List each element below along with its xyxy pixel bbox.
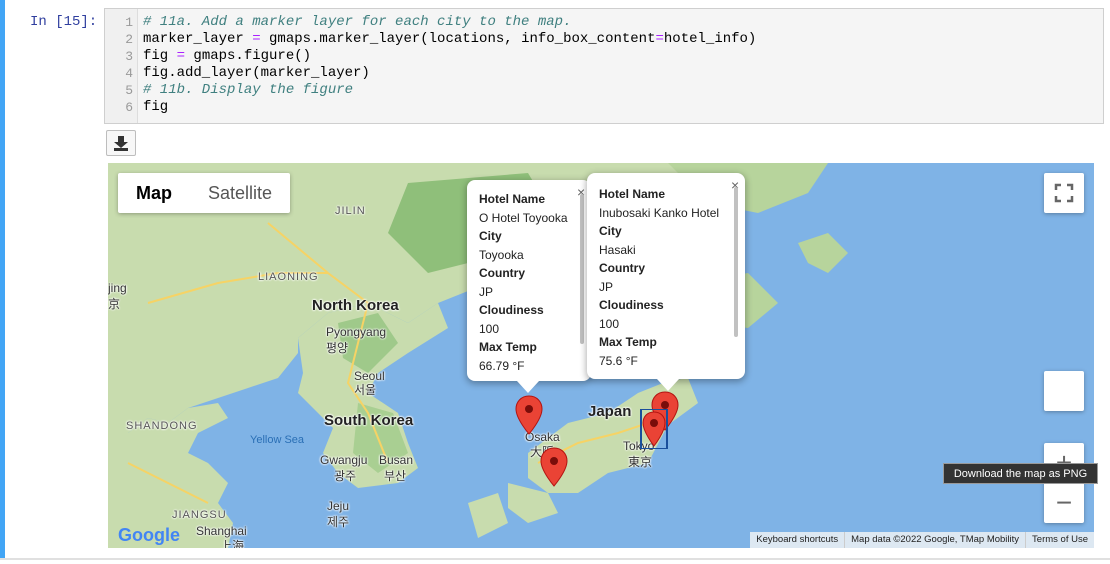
fullscreen-button[interactable] xyxy=(1044,173,1084,213)
code-line: # 11a. Add a marker layer for each city … xyxy=(143,14,571,30)
map-view[interactable]: Map Satellite + − jing 京 JILIN LIAONING … xyxy=(108,163,1094,548)
map-label-jeju-local: 제주 xyxy=(327,515,350,529)
map-label-gwangju-local: 광주 xyxy=(334,469,357,483)
line-number: 4 xyxy=(125,66,133,81)
download-tooltip: Download the map as PNG xyxy=(943,463,1098,484)
cloudiness-label: Cloudiness xyxy=(479,303,544,317)
street-view-control[interactable] xyxy=(1044,371,1084,411)
map-label-jilin: JILIN xyxy=(335,205,366,217)
map-label-seoul-local: 서울 xyxy=(354,383,377,397)
cloudiness-value: 100 xyxy=(599,316,620,331)
max-temp-label: Max Temp xyxy=(479,340,537,354)
hotel-name-label: Hotel Name xyxy=(599,187,666,201)
cloudiness-value: 100 xyxy=(479,321,500,336)
map-marker[interactable] xyxy=(540,447,568,487)
info-window-tail xyxy=(517,381,539,393)
code-line: fig.add_layer(marker_layer) xyxy=(143,65,370,81)
map-label-shandong: SHANDONG xyxy=(126,420,198,432)
country-value: JP xyxy=(599,279,614,294)
map-label-jiangsu: JIANGSU xyxy=(172,509,227,521)
map-label-liaoning: LIAONING xyxy=(258,271,319,283)
map-label-japan: Japan xyxy=(588,403,632,420)
map-type-map-button[interactable]: Map xyxy=(118,173,190,213)
code-text: gmaps.marker_layer(locations, info_box_c… xyxy=(260,31,656,47)
fullscreen-icon xyxy=(1054,183,1074,203)
cell-divider xyxy=(0,558,1110,560)
map-label-busan-local: 부산 xyxy=(384,469,407,483)
code-line: fig xyxy=(143,99,168,115)
code-text: gmaps.figure() xyxy=(185,48,312,64)
map-label-beijing-local: 京 xyxy=(108,297,121,311)
input-prompt: In [15]: xyxy=(30,14,98,30)
code-line: # 11b. Display the figure xyxy=(143,82,353,98)
city-label: City xyxy=(479,229,502,243)
hotel-name-value: Inubosaki Kanko Hotel xyxy=(599,205,720,220)
line-number: 6 xyxy=(125,100,133,115)
max-temp-value: 66.79 °F xyxy=(479,358,525,373)
terms-of-use-link[interactable]: Terms of Use xyxy=(1025,532,1094,548)
map-label-jeju: Jeju xyxy=(327,499,350,513)
line-number: 1 xyxy=(125,15,133,30)
map-label-pyongyang-local: 평양 xyxy=(326,341,349,355)
line-number: 3 xyxy=(125,49,133,64)
map-label-south-korea: South Korea xyxy=(324,412,414,429)
code-operator: = xyxy=(176,48,186,64)
cloudiness-label: Cloudiness xyxy=(599,298,664,312)
code-line: marker_layer = gmaps.marker_layer(locati… xyxy=(143,31,756,47)
code-operator: = xyxy=(655,31,664,47)
line-number: 2 xyxy=(125,32,133,47)
country-value: JP xyxy=(479,284,494,299)
code-operator: = xyxy=(252,31,261,47)
map-label-yellow-sea: Yellow Sea xyxy=(250,434,305,446)
google-logo-text: Google xyxy=(118,525,180,545)
city-value: Hasaki xyxy=(599,242,636,257)
map-label-pyongyang: Pyongyang xyxy=(326,325,387,339)
max-temp-value: 75.6 °F xyxy=(599,353,638,368)
hotel-name-value: O Hotel Toyooka xyxy=(479,210,568,225)
map-type-control: Map Satellite xyxy=(118,173,291,213)
map-label-shanghai-local: 上海 xyxy=(220,539,245,548)
info-window-tail xyxy=(657,379,679,391)
code-line: fig = gmaps.figure() xyxy=(143,48,311,64)
map-label-north-korea: North Korea xyxy=(312,297,399,314)
code-text: hotel_info) xyxy=(663,31,757,47)
info-window-scrollbar[interactable] xyxy=(580,194,584,344)
code-text: fig.add_layer(marker_layer) xyxy=(143,65,370,81)
code-editor[interactable]: 1 2 3 4 5 6 # 11a. Add a marker layer fo… xyxy=(104,8,1104,124)
city-value: Toyooka xyxy=(479,247,524,262)
code-text: fig xyxy=(143,99,169,115)
hotel-name-label: Hotel Name xyxy=(479,192,546,206)
code-text: fig xyxy=(143,48,177,64)
line-number: 5 xyxy=(125,83,133,98)
keyboard-shortcuts-link[interactable]: Keyboard shortcuts xyxy=(750,532,844,548)
zoom-out-button[interactable]: − xyxy=(1044,483,1084,523)
max-temp-label: Max Temp xyxy=(599,335,657,349)
map-label-tokyo-local: 東京 xyxy=(628,455,653,469)
code-text: marker_layer xyxy=(143,31,253,47)
download-icon xyxy=(114,136,128,151)
map-label-gwangju: Gwangju xyxy=(320,453,368,467)
info-window-content: Hotel Name Inubosaki Kanko Hotel City Ha… xyxy=(599,185,731,370)
code-comment: # 11b. Display the figure xyxy=(143,82,354,98)
download-map-button[interactable] xyxy=(106,130,136,156)
map-marker-selected[interactable] xyxy=(640,409,668,449)
line-number-gutter: 1 2 3 4 5 6 xyxy=(105,9,138,123)
info-window-content: Hotel Name O Hotel Toyooka City Toyooka … xyxy=(479,190,577,375)
info-window-scrollbar[interactable] xyxy=(734,187,738,337)
map-marker[interactable] xyxy=(515,395,543,435)
city-label: City xyxy=(599,224,622,238)
map-data-attribution: Map data ©2022 Google, TMap Mobility xyxy=(844,532,1025,548)
google-logo[interactable]: Google xyxy=(118,525,180,546)
country-label: Country xyxy=(479,266,525,280)
map-label-busan: Busan xyxy=(379,453,414,467)
map-label-shanghai: Shanghai xyxy=(196,524,247,538)
map-attribution: Keyboard shortcuts Map data ©2022 Google… xyxy=(750,532,1094,548)
map-type-satellite-button[interactable]: Satellite xyxy=(190,173,290,213)
info-window: × Hotel Name O Hotel Toyooka City Toyook… xyxy=(467,180,591,393)
info-window: × Hotel Name Inubosaki Kanko Hotel City … xyxy=(587,173,745,391)
country-label: Country xyxy=(599,261,645,275)
map-label-beijing: jing xyxy=(108,281,127,295)
code-comment: # 11a. Add a marker layer for each city … xyxy=(143,14,572,30)
